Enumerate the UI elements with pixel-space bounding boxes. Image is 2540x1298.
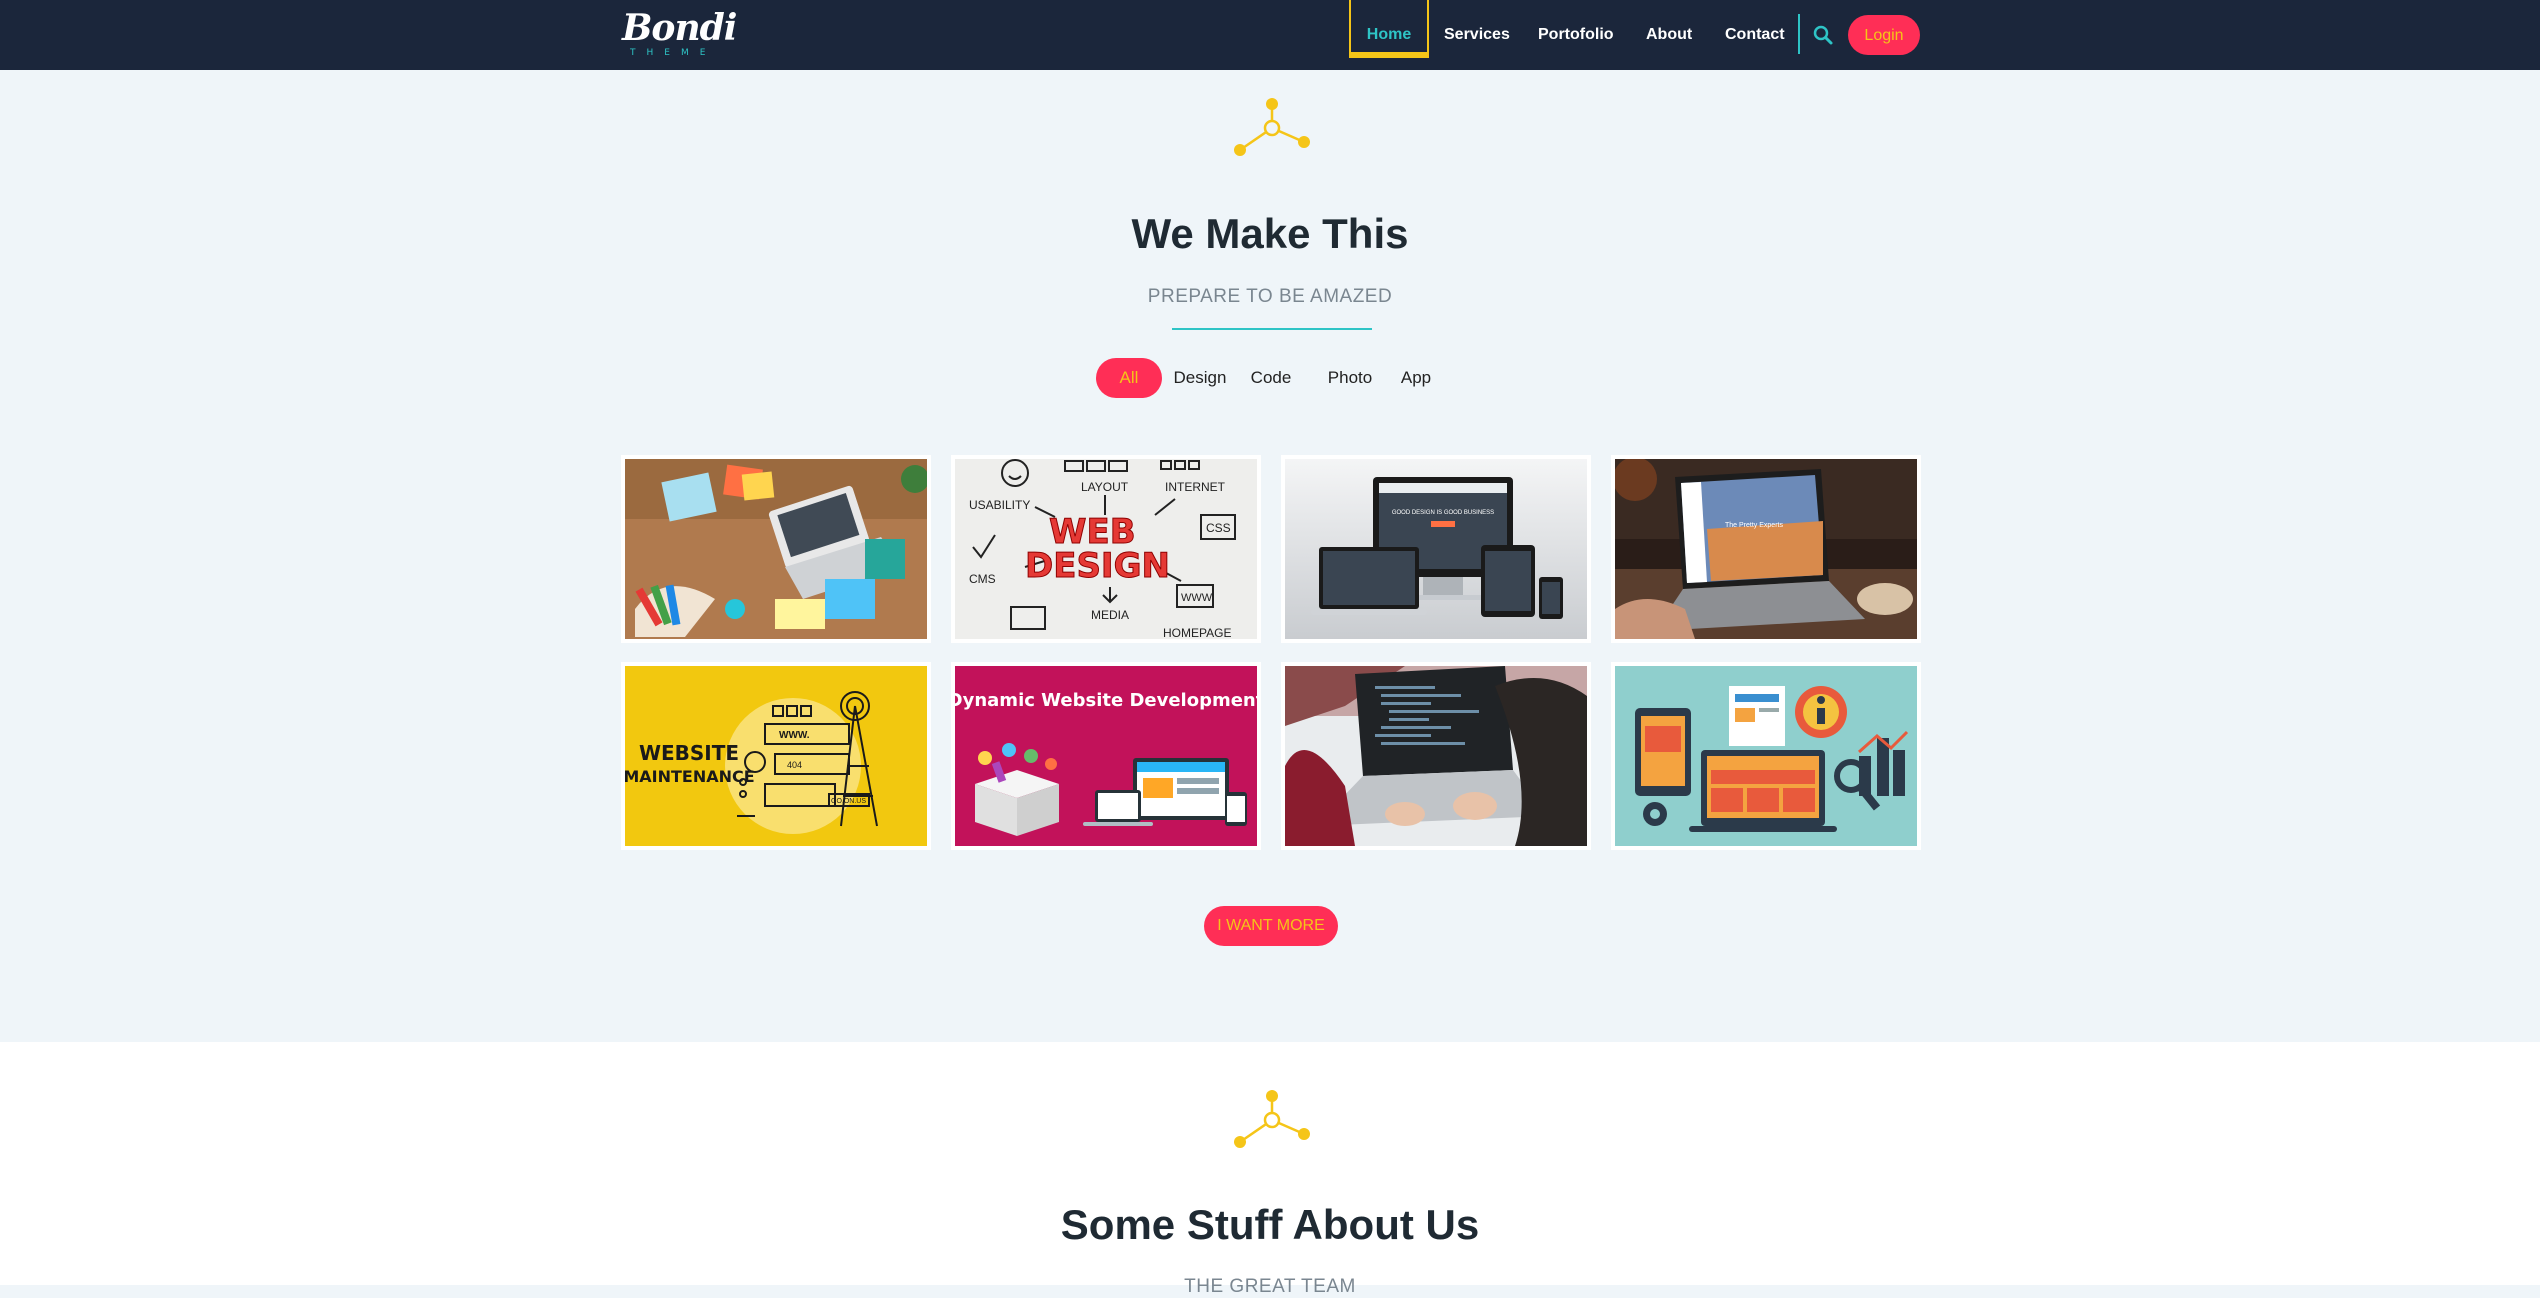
filter-code[interactable]: Code: [1247, 358, 1295, 398]
nav-home-link[interactable]: Home: [1349, 0, 1429, 58]
portfolio-title: We Make This: [1131, 210, 1409, 257]
nav-divider: [1798, 14, 1800, 54]
filter-all[interactable]: All: [1096, 358, 1162, 398]
sketch-design-text: DESIGN: [1025, 546, 1170, 586]
portfolio-item-dynamic-website-development-illustration[interactable]: Dynamic Website Development: [951, 662, 1261, 850]
portfolio-item-responsive-devices-mockup[interactable]: GOOD DESIGN IS GOOD BUSINESS: [1281, 455, 1591, 643]
filter-design[interactable]: Design: [1172, 358, 1228, 398]
login-button[interactable]: Login: [1848, 15, 1920, 55]
filter-app[interactable]: App: [1395, 358, 1437, 398]
portfolio-item-web-design-sketch[interactable]: USABILITY LAYOUT INTERNET WEB DESIGN CSS…: [951, 455, 1261, 643]
nav-services-link[interactable]: Services: [1444, 0, 1510, 70]
about-subtitle: THE GREAT TEAM: [1184, 1276, 1356, 1297]
sketch-css-text: CSS: [1206, 521, 1231, 535]
portfolio-subtitle: PREPARE TO BE AMAZED: [1147, 286, 1393, 307]
sketch-cms-text: CMS: [969, 572, 996, 586]
sketch-homepage-text: HOMEPAGE: [1163, 626, 1231, 639]
maintenance-caption-line-2: MAINTENANCE: [625, 767, 755, 786]
sketch-usability-text: USABILITY: [969, 498, 1030, 512]
sketch-layout-text: LAYOUT: [1081, 480, 1129, 494]
maintenance-go-label: GO.ON.US: [831, 798, 866, 805]
sketch-www-text: WWW: [1181, 592, 1213, 604]
navbar: Bondi THEME Home Services Portofolio Abo…: [0, 0, 2540, 70]
sketch-media-text: MEDIA: [1091, 608, 1129, 622]
portfolio-item-web-info-flat-illustration[interactable]: [1611, 662, 1921, 850]
dynamic-dev-caption: Dynamic Website Development: [955, 690, 1257, 711]
portfolio-item-coding-laptop-photo[interactable]: [1281, 662, 1591, 850]
portfolio-item-website-maintenance-illustration[interactable]: WEBSITE MAINTENANCE WWW. 404 GO.ON.US: [621, 662, 931, 850]
nav-about-link[interactable]: About: [1646, 0, 1692, 70]
maintenance-www-label: WWW.: [779, 730, 810, 741]
brand-logo-text: Bondi: [622, 7, 737, 49]
network-icon: [1232, 96, 1312, 160]
laptop-screen-text: The Pretty Experts: [1725, 522, 1783, 529]
maintenance-caption-line-1: WEBSITE: [639, 741, 739, 765]
i-want-more-button[interactable]: I WANT MORE: [1204, 906, 1338, 946]
search-icon[interactable]: [1812, 24, 1834, 46]
nav-portfolio-link[interactable]: Portofolio: [1538, 0, 1614, 70]
network-icon: [1232, 1088, 1312, 1152]
about-title: Some Stuff About Us: [1060, 1201, 1480, 1248]
filter-photo[interactable]: Photo: [1324, 358, 1376, 398]
portfolio-item-laptop-website-photo[interactable]: The Pretty Experts: [1611, 455, 1921, 643]
mockup-screen-text: GOOD DESIGN IS GOOD BUSINESS: [1392, 510, 1494, 516]
nav-contact-link[interactable]: Contact: [1725, 0, 1785, 70]
portfolio-item-laptop-desk-photo[interactable]: [621, 455, 931, 643]
sketch-internet-text: INTERNET: [1165, 480, 1226, 494]
subtitle-underline: [1172, 328, 1372, 330]
brand-logo-subtext: THEME: [630, 48, 717, 58]
maintenance-404-label: 404: [787, 760, 802, 770]
brand-logo[interactable]: Bondi THEME: [622, 6, 737, 62]
